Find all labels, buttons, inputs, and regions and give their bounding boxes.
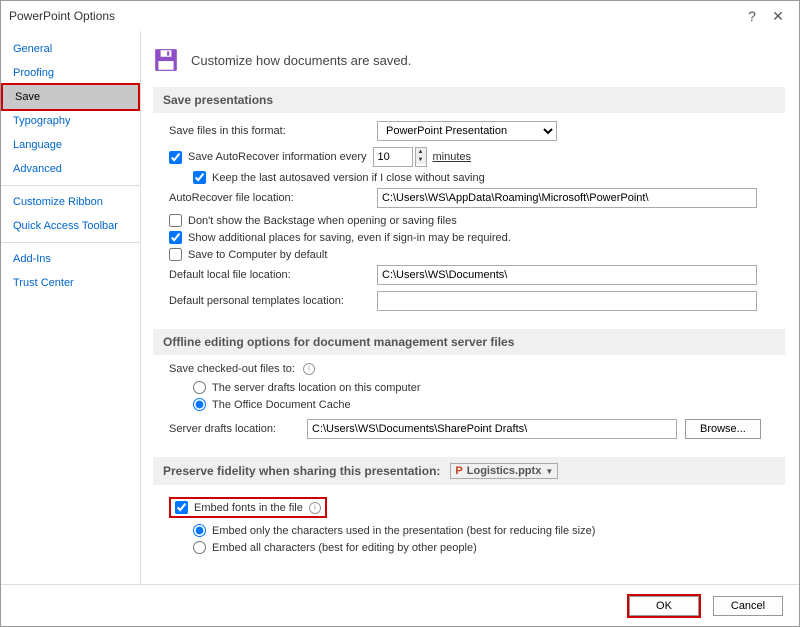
- options-dialog: PowerPoint Options ? ✕ General Proofing …: [0, 0, 800, 627]
- embed-all-label: Embed all characters (best for editing b…: [212, 542, 477, 554]
- browse-button[interactable]: Browse...: [685, 419, 761, 439]
- close-button[interactable]: ✕: [765, 8, 791, 25]
- default-tmpl-input[interactable]: [377, 291, 757, 311]
- window-title: PowerPoint Options: [9, 9, 739, 23]
- sidebar-item-addins[interactable]: Add-Ins: [1, 247, 140, 271]
- content-pane: Customize how documents are saved. Save …: [141, 31, 799, 584]
- ar-loc-label: AutoRecover file location:: [169, 192, 369, 204]
- default-local-label: Default local file location:: [169, 269, 369, 281]
- ok-highlight: OK: [627, 594, 701, 618]
- ar-loc-input[interactable]: [377, 188, 757, 208]
- section-fidelity: Preserve fidelity when sharing this pres…: [153, 457, 785, 485]
- dont-show-backstage-checkbox[interactable]: [169, 214, 182, 227]
- drafts-loc-label: Server drafts location:: [169, 423, 299, 435]
- ok-button[interactable]: OK: [629, 596, 699, 616]
- info-icon: i: [303, 363, 315, 375]
- doc-cache-label: The Office Document Cache: [212, 399, 351, 411]
- embed-only-radio[interactable]: [193, 524, 206, 537]
- save-computer-label: Save to Computer by default: [188, 249, 327, 261]
- server-drafts-label: The server drafts location on this compu…: [212, 382, 420, 394]
- default-local-input[interactable]: [377, 265, 757, 285]
- embed-fonts-highlight: Embed fonts in the file i: [169, 497, 327, 518]
- embed-only-label: Embed only the characters used in the pr…: [212, 525, 595, 537]
- drafts-loc-input[interactable]: [307, 419, 677, 439]
- autorecover-spinner[interactable]: ▲▼: [415, 147, 427, 167]
- sidebar-item-advanced[interactable]: Advanced: [1, 157, 140, 181]
- show-additional-label: Show additional places for saving, even …: [188, 232, 511, 244]
- save-checked-label: Save checked-out files to:: [169, 363, 295, 375]
- save-computer-checkbox[interactable]: [169, 248, 182, 261]
- embed-all-radio[interactable]: [193, 541, 206, 554]
- sidebar: General Proofing Save Typography Languag…: [1, 31, 141, 584]
- presentation-select[interactable]: P Logistics.pptx ▼: [450, 463, 558, 479]
- autorecover-label-post: minutes: [433, 151, 472, 163]
- format-label: Save files in this format:: [169, 125, 369, 137]
- embed-fonts-checkbox[interactable]: [175, 501, 188, 514]
- cancel-button[interactable]: Cancel: [713, 596, 783, 616]
- format-select[interactable]: PowerPoint Presentation: [377, 121, 557, 141]
- default-tmpl-label: Default personal templates location:: [169, 295, 369, 307]
- section-save-presentations: Save presentations: [153, 87, 785, 113]
- sidebar-item-typography[interactable]: Typography: [1, 109, 140, 133]
- titlebar: PowerPoint Options ? ✕: [1, 1, 799, 31]
- embed-fonts-label: Embed fonts in the file: [194, 502, 303, 514]
- sidebar-item-save[interactable]: Save: [1, 83, 140, 111]
- help-button[interactable]: ?: [739, 8, 765, 24]
- server-drafts-radio[interactable]: [193, 381, 206, 394]
- intro: Customize how documents are saved.: [153, 47, 785, 73]
- dont-show-backstage-label: Don't show the Backstage when opening or…: [188, 215, 457, 227]
- sidebar-item-language[interactable]: Language: [1, 133, 140, 157]
- keep-last-label: Keep the last autosaved version if I clo…: [212, 172, 485, 184]
- pptx-icon: P: [455, 465, 462, 477]
- sidebar-item-qat[interactable]: Quick Access Toolbar: [1, 214, 140, 238]
- save-icon: [153, 47, 179, 73]
- section-offline: Offline editing options for document man…: [153, 329, 785, 355]
- sidebar-item-trust-center[interactable]: Trust Center: [1, 271, 140, 295]
- intro-text: Customize how documents are saved.: [191, 53, 411, 68]
- info-icon: i: [309, 502, 321, 514]
- sidebar-item-customize-ribbon[interactable]: Customize Ribbon: [1, 190, 140, 214]
- show-additional-checkbox[interactable]: [169, 231, 182, 244]
- autorecover-checkbox[interactable]: [169, 151, 182, 164]
- keep-last-checkbox[interactable]: [193, 171, 206, 184]
- autorecover-minutes-input[interactable]: [373, 147, 413, 167]
- sidebar-item-general[interactable]: General: [1, 37, 140, 61]
- chevron-down-icon: ▼: [545, 467, 553, 476]
- autorecover-label-pre: Save AutoRecover information every: [188, 151, 367, 163]
- sidebar-item-proofing[interactable]: Proofing: [1, 61, 140, 85]
- doc-cache-radio[interactable]: [193, 398, 206, 411]
- dialog-footer: OK Cancel: [1, 584, 799, 626]
